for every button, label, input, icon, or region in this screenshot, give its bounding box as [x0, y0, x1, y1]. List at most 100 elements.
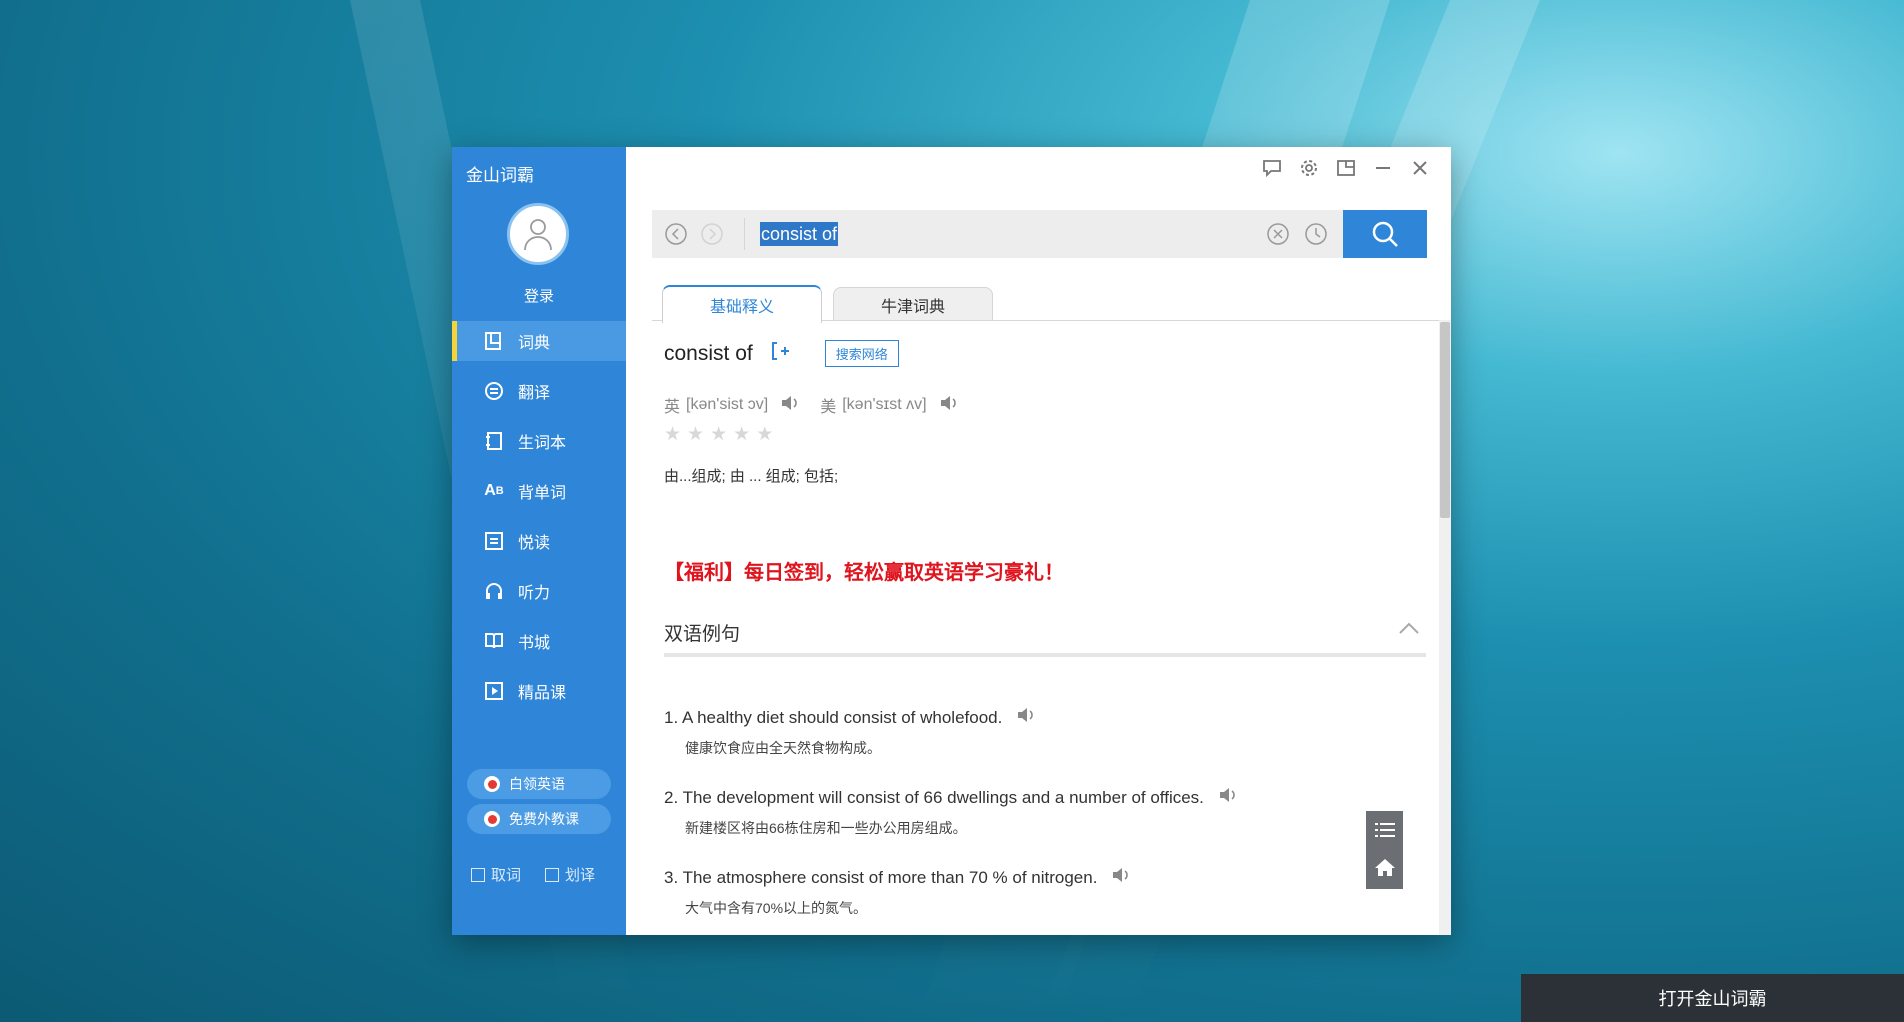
uk-label: 英: [664, 399, 681, 416]
sidebar-item-memorize[interactable]: AB 背单词: [452, 471, 626, 511]
speaker-icon[interactable]: [780, 394, 800, 417]
scrollbar[interactable]: [1439, 320, 1451, 935]
option-label: 划译: [565, 867, 596, 884]
option-word-capture[interactable]: 取词: [471, 864, 521, 885]
tab-label: 基础释义: [709, 299, 774, 316]
star-icon: ★: [756, 424, 774, 445]
example-english: 1. A healthy diet should consist of whol…: [664, 707, 1003, 727]
add-to-wordbook-icon[interactable]: [769, 340, 791, 367]
sidebar-item-label: 精品课: [518, 685, 567, 702]
option-select-translate[interactable]: 划译: [545, 864, 595, 885]
feedback-icon[interactable]: [1259, 155, 1285, 181]
promo-white-collar-english[interactable]: 白领英语: [467, 769, 611, 799]
sidebar-item-wordbook[interactable]: 生词本: [452, 421, 626, 461]
checkbox[interactable]: [545, 867, 559, 882]
minimize-icon[interactable]: [1370, 155, 1396, 181]
search-input[interactable]: consist of: [760, 222, 839, 246]
promo-banner[interactable]: 【福利】每日签到，轻松赢取英语学习豪礼！: [664, 556, 1064, 585]
avatar[interactable]: [507, 203, 569, 265]
star-icon: ★: [664, 424, 682, 445]
divider: [744, 218, 745, 250]
forward-arrow-icon[interactable]: [700, 222, 724, 251]
book-icon: [482, 629, 506, 653]
sidebar-item-bookstore[interactable]: 书城: [452, 621, 626, 661]
floating-toolbar: [1366, 811, 1403, 889]
entry-word: consist of: [664, 341, 753, 365]
reading-icon: [482, 529, 506, 553]
star-icon: ★: [733, 424, 751, 445]
memorize-icon: AB: [484, 482, 504, 499]
sidebar-item-label: 听力: [518, 585, 551, 602]
checkbox[interactable]: [471, 867, 485, 882]
headphones-icon: [482, 579, 506, 603]
speaker-icon[interactable]: [1016, 706, 1036, 729]
promo-icon: [484, 776, 500, 792]
option-label: 取词: [491, 867, 522, 884]
speaker-icon[interactable]: [1218, 786, 1238, 809]
back-arrow-icon[interactable]: [664, 222, 688, 251]
mini-mode-icon[interactable]: [1333, 155, 1359, 181]
section-title: 双语例句: [664, 624, 741, 645]
phonetics: 英 [kən'sist ɔv] 美 [kən'sɪst ʌv]: [664, 393, 959, 417]
example-english: 3. The atmosphere consist of more than 7…: [664, 867, 1098, 887]
sidebar-item-label: 书城: [518, 635, 551, 652]
dictionary-icon: [482, 329, 506, 353]
search-icon: [1372, 221, 1398, 247]
sidebar-item-dictionary[interactable]: 词典: [452, 321, 626, 361]
example-item: 3. The atmosphere consist of more than 7…: [664, 866, 1131, 918]
us-phonetic: [kən'sɪst ʌv]: [842, 396, 927, 413]
sidebar-item-label: 背单词: [518, 485, 567, 502]
user-icon: [524, 219, 552, 251]
example-english: 2. The development will consist of 66 dw…: [664, 787, 1204, 807]
promo-free-foreign-teacher[interactable]: 免费外教课: [467, 804, 611, 834]
sidebar-item-listening[interactable]: 听力: [452, 571, 626, 611]
speaker-icon[interactable]: [1111, 866, 1131, 889]
home-icon[interactable]: [1374, 857, 1396, 882]
example-item: 2. The development will consist of 66 dw…: [664, 786, 1238, 838]
speaker-icon[interactable]: [939, 394, 959, 417]
login-link[interactable]: 登录: [452, 285, 626, 306]
sidebar-item-label: 翻译: [518, 385, 551, 402]
tab-label: 牛津词典: [880, 298, 945, 316]
translate-icon: [482, 379, 506, 403]
star-icon: ★: [687, 424, 705, 445]
example-chinese: 大气中含有70%以上的氮气。: [685, 900, 868, 916]
open-app-taskbar-button[interactable]: 打开金山词霸: [1521, 974, 1904, 1022]
app-window: 金山词霸 登录 词典 翻译 生词本 AB 背单词 悦读 听力 书城 精品课 白领…: [452, 147, 1451, 935]
tab-basic-definition[interactable]: 基础释义: [662, 285, 822, 323]
sidebar-item-courses[interactable]: 精品课: [452, 671, 626, 711]
web-search-button[interactable]: 搜索网络: [824, 340, 899, 367]
play-icon: [482, 679, 506, 703]
sidebar-item-label: 词典: [518, 335, 551, 352]
collapse-chevron-icon[interactable]: [1398, 621, 1420, 640]
scrollbar-thumb[interactable]: [1440, 322, 1450, 518]
sidebar: 金山词霸 登录 词典 翻译 生词本 AB 背单词 悦读 听力 书城 精品课 白领…: [452, 147, 626, 935]
list-icon[interactable]: [1374, 820, 1396, 845]
uk-phonetic: [kən'sist ɔv]: [686, 396, 769, 413]
search-button[interactable]: [1343, 210, 1427, 258]
example-chinese: 健康饮食应由全天然食物构成。: [685, 740, 881, 756]
star-rating: ★ ★ ★ ★ ★: [664, 423, 773, 446]
us-label: 美: [820, 399, 837, 416]
sidebar-item-label: 悦读: [518, 535, 551, 552]
close-icon[interactable]: [1407, 155, 1433, 181]
settings-gear-icon[interactable]: [1296, 155, 1322, 181]
main-panel: consist of 基础释义 牛津词典 consist of 搜索网络 英 […: [626, 147, 1451, 935]
sidebar-item-reading[interactable]: 悦读: [452, 521, 626, 561]
app-title: 金山词霸: [466, 166, 534, 185]
section-divider: [664, 653, 1426, 657]
star-icon: ★: [710, 424, 728, 445]
promo-label: 免费外教课: [509, 811, 579, 827]
sidebar-item-label: 生词本: [518, 435, 567, 452]
definition: 由...组成; 由 ... 组成; 包括;: [664, 468, 839, 485]
examples-section-header[interactable]: 双语例句: [664, 619, 1426, 657]
sidebar-item-translate[interactable]: 翻译: [452, 371, 626, 411]
promo-icon: [484, 811, 500, 827]
wordbook-icon: [482, 429, 506, 453]
history-clock-icon[interactable]: [1304, 222, 1328, 251]
example-chinese: 新建楼区将由66栋住房和一些办公用房组成。: [685, 820, 967, 836]
entry-header: consist of 搜索网络: [664, 340, 899, 367]
tab-oxford-dictionary[interactable]: 牛津词典: [833, 287, 993, 321]
example-item: 1. A healthy diet should consist of whol…: [664, 706, 1036, 758]
clear-icon[interactable]: [1266, 222, 1290, 251]
